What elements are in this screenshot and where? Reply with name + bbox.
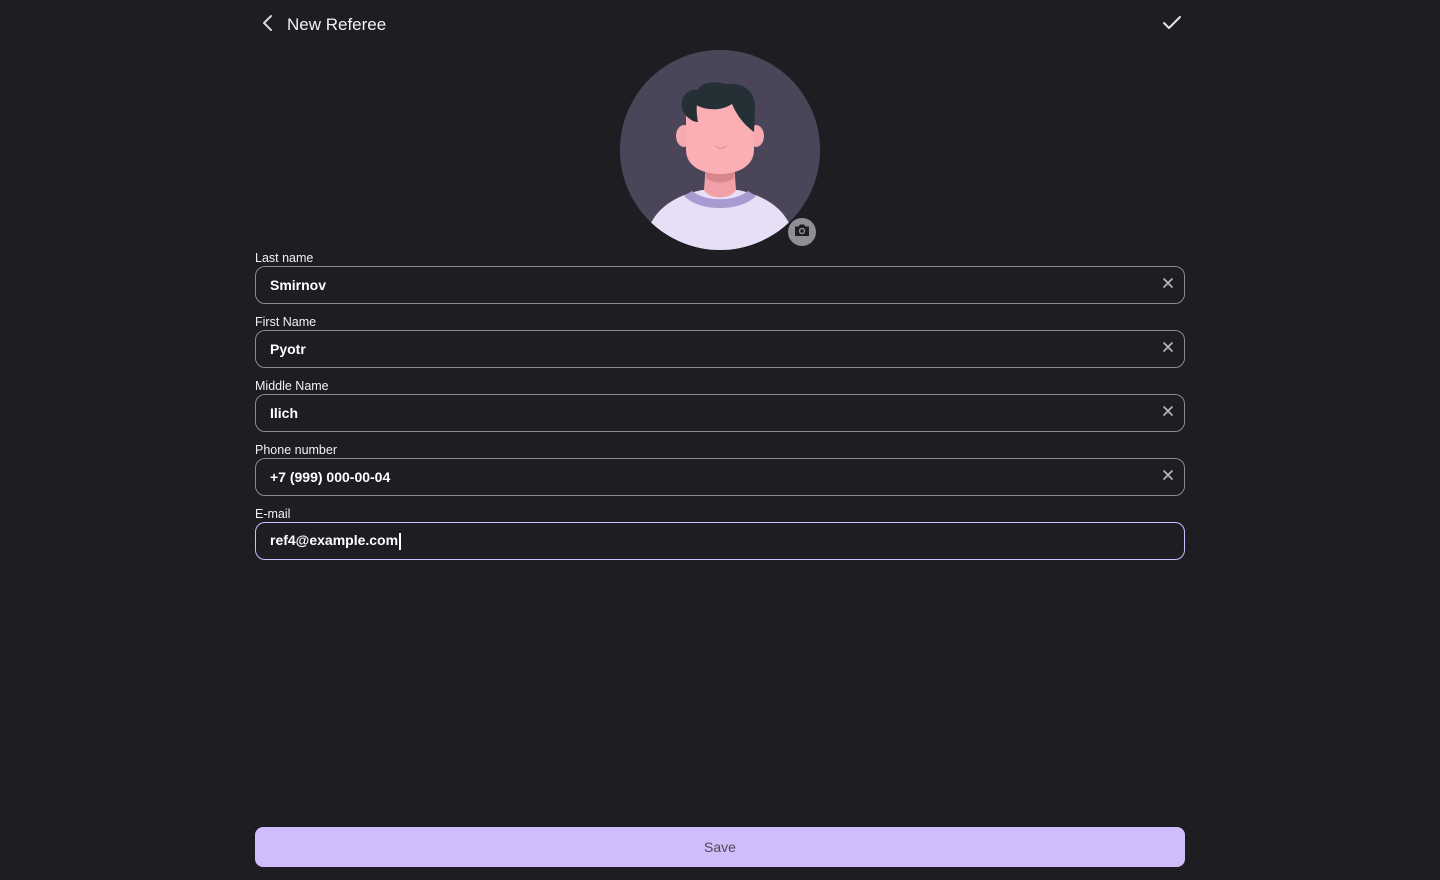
last-name-label: Last name [255,251,314,265]
email-input[interactable]: ref4@example.com [255,522,1185,560]
email-value: ref4@example.com [270,532,399,549]
last-name-value: Smirnov [270,277,327,293]
referee-form: Last name Smirnov First Name Pyotr Middl… [255,250,1185,570]
camera-icon [793,222,811,243]
confirm-button[interactable] [1159,12,1185,38]
phone-input[interactable]: +7 (999) 000-00-04 [255,458,1185,496]
new-referee-page: New Referee Last name Smirnov First Name… [0,0,1440,880]
page-title: New Referee [287,15,387,34]
phone-value: +7 (999) 000-00-04 [270,469,391,485]
middle-name-value: Ilich [270,405,299,421]
close-icon [1162,276,1174,294]
clear-phone-button[interactable] [1158,467,1178,487]
middle-name-input[interactable]: Ilich [255,394,1185,432]
first-name-input[interactable]: Pyotr [255,330,1185,368]
chevron-left-icon [261,14,275,37]
phone-field: Phone number +7 (999) 000-00-04 [255,442,1185,506]
phone-label: Phone number [255,443,338,457]
email-label: E-mail [255,507,291,521]
first-name-value: Pyotr [270,341,306,357]
text-caret [399,532,402,550]
last-name-field: Last name Smirnov [255,250,1185,314]
close-icon [1162,340,1174,358]
top-bar: New Referee [255,0,1185,50]
middle-name-field: Middle Name Ilich [255,378,1185,442]
last-name-input[interactable]: Smirnov [255,266,1185,304]
save-button[interactable]: Save [255,827,1185,867]
avatar-section [620,50,820,250]
clear-last-name-button[interactable] [1158,275,1178,295]
change-photo-button[interactable] [786,216,818,248]
first-name-field: First Name Pyotr [255,314,1185,378]
check-icon [1162,15,1182,36]
email-field: E-mail ref4@example.com [255,506,1185,570]
close-icon [1162,404,1174,422]
clear-first-name-button[interactable] [1158,339,1178,359]
close-icon [1162,468,1174,486]
first-name-label: First Name [255,315,317,329]
clear-middle-name-button[interactable] [1158,403,1178,423]
back-button[interactable] [255,12,281,38]
middle-name-label: Middle Name [255,379,329,393]
